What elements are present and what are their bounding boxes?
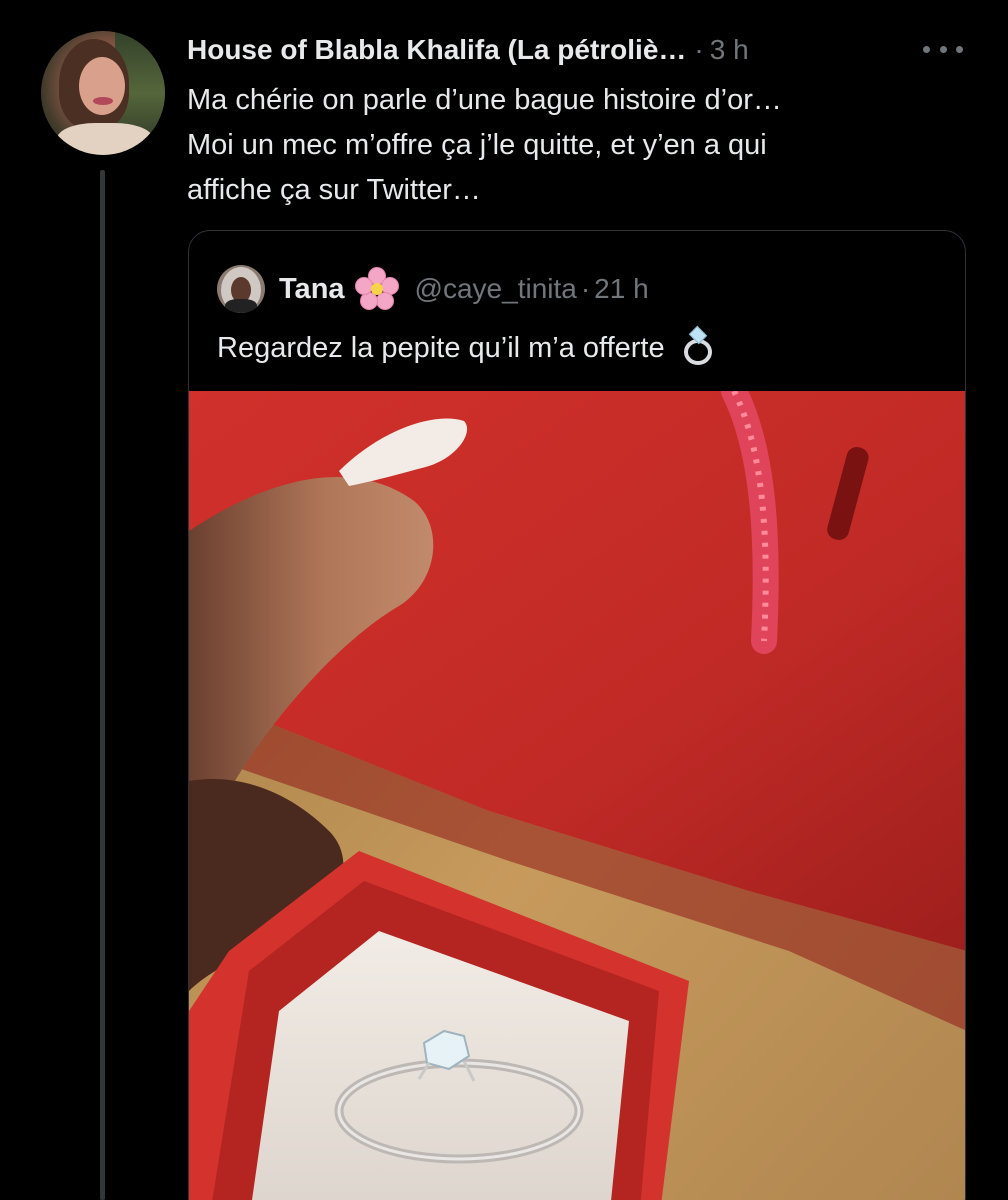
header-separator: · (694, 34, 704, 65)
more-options-icon[interactable] (923, 34, 963, 64)
ring-icon (679, 325, 717, 367)
quoted-author-name[interactable]: Tana (279, 273, 345, 306)
tweet-timestamp[interactable]: 3 h (710, 34, 749, 66)
quoted-tweet-header: Tana @caye_tinita · 21 h (217, 261, 649, 317)
quoted-tweet-text-row: Regardez la pepite qu’il m’a offerte (217, 325, 717, 367)
tweet-author-avatar[interactable] (41, 31, 165, 155)
tweet-text-line: affiche ça sur Twitter… (187, 174, 481, 206)
quoted-tweet-photo[interactable] (189, 391, 965, 1200)
cherry-blossom-icon (354, 267, 399, 311)
tweet-body: Ma chérie on parle d’une bague histoire … (187, 78, 977, 213)
quoted-tweet-timestamp[interactable]: 21 h (594, 273, 649, 305)
quoted-header-separator: · (580, 273, 591, 304)
quoted-tweet-card[interactable]: Tana @caye_tinita · 21 h Regardez la pep… (188, 230, 966, 1200)
quoted-tweet-text: Regardez la pepite qu’il m’a offerte (217, 331, 665, 364)
thread-connector-line (100, 170, 105, 1200)
ring-photo-illustration (189, 391, 965, 1200)
author-name[interactable]: House of Blabla Khalifa (La pétroliè… (187, 34, 686, 66)
tweet-text-line: Ma chérie on parle d’une bague histoire … (187, 84, 782, 116)
quoted-author-handle[interactable]: @caye_tinita (415, 273, 577, 305)
quoted-author-avatar[interactable] (217, 265, 265, 313)
tweet-text-line: Moi un mec m’offre ça j’le quitte, et y’… (187, 129, 767, 161)
tweet-header: House of Blabla Khalifa (La pétroliè… · … (187, 30, 977, 70)
